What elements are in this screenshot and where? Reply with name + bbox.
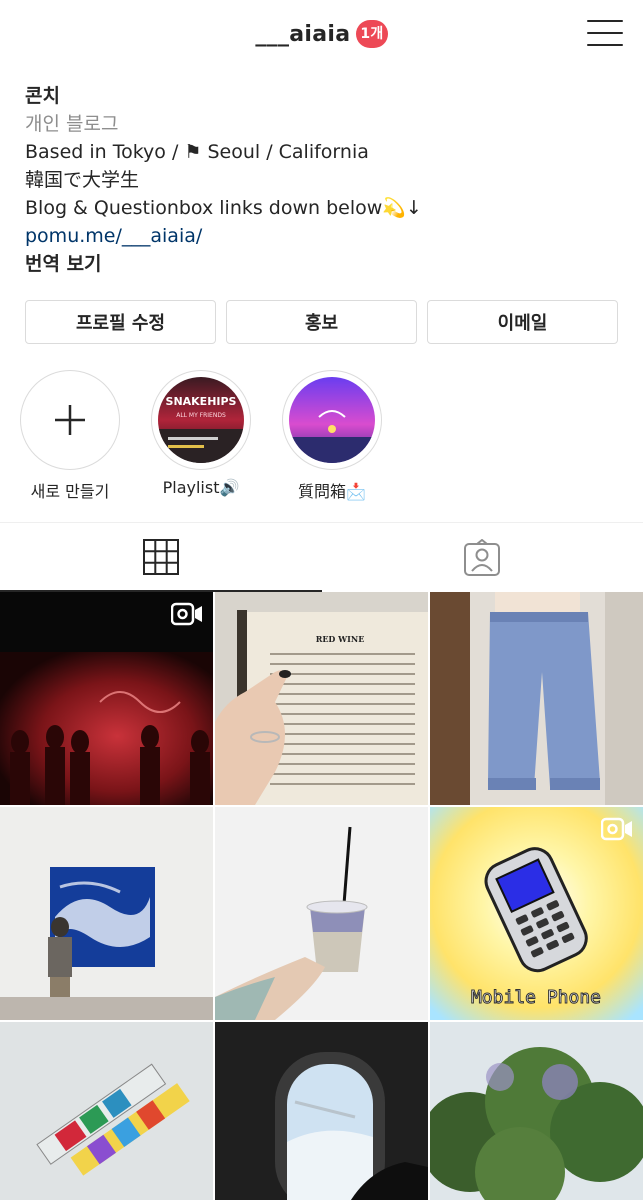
profile-actions: 프로필 수정 홍보 이메일 xyxy=(25,300,618,344)
highlight-label: 質問箱📩 xyxy=(298,482,366,501)
edit-profile-button[interactable]: 프로필 수정 xyxy=(25,300,216,344)
menu-heading: RED WINE xyxy=(316,634,365,644)
post-image xyxy=(215,807,428,1020)
highlight-questionbox-cover xyxy=(289,377,375,463)
post-tile[interactable] xyxy=(0,807,213,1020)
username-row[interactable]: ___aiaia 1개 xyxy=(0,20,643,48)
video-icon xyxy=(601,817,632,841)
video-icon xyxy=(171,602,202,626)
highlight-new[interactable]: 새로 만들기 xyxy=(18,370,122,502)
posts-grid: RED WINE Mobile Phone xyxy=(0,592,643,1200)
profile-tabs xyxy=(0,522,643,592)
phone-caption: Mobile Phone xyxy=(471,987,601,1008)
playlist-cover-title: SNAKEHIPS xyxy=(166,395,237,408)
highlight-playlist[interactable]: SNAKEHIPS ALL MY FRIENDS Playlist🔊 xyxy=(149,370,253,502)
post-image: RED WINE xyxy=(215,592,428,805)
post-tile[interactable] xyxy=(0,1022,213,1200)
post-tile[interactable] xyxy=(215,1022,428,1200)
profile-category: 개인 블로그 xyxy=(25,113,119,135)
post-tile[interactable] xyxy=(430,1022,643,1200)
plus-icon xyxy=(55,405,85,435)
highlight-questionbox[interactable]: 質問箱📩 xyxy=(280,370,384,502)
highlight-label: 새로 만들기 xyxy=(30,482,110,501)
bio-line-status: 韓国で大学生 xyxy=(25,169,140,191)
post-image xyxy=(0,1022,213,1200)
post-tile[interactable]: Mobile Phone xyxy=(430,807,643,1020)
playlist-cover-subtitle: ALL MY FRIENDS xyxy=(176,412,226,419)
post-tile[interactable] xyxy=(430,592,643,805)
post-tile[interactable]: RED WINE xyxy=(215,592,428,805)
bio-line-location: Based in Tokyo / ⚑ Seoul / California xyxy=(25,141,369,163)
grid-icon xyxy=(142,538,179,575)
post-tile[interactable] xyxy=(215,807,428,1020)
highlight-label: Playlist🔊 xyxy=(162,478,240,497)
email-button[interactable]: 이메일 xyxy=(427,300,618,344)
post-image xyxy=(430,1022,643,1200)
promote-button[interactable]: 홍보 xyxy=(226,300,417,344)
highlight-playlist-cover: SNAKEHIPS ALL MY FRIENDS xyxy=(158,377,244,463)
tab-grid[interactable] xyxy=(0,523,322,592)
profile-header: ___aiaia 1개 xyxy=(0,0,643,72)
bio-website-link[interactable]: pomu.me/___aiaia/ xyxy=(25,222,625,250)
hamburger-menu-icon[interactable] xyxy=(587,20,623,50)
post-image xyxy=(215,1022,428,1200)
post-image xyxy=(0,807,213,1020)
account-count-badge[interactable]: 1개 xyxy=(356,20,388,48)
highlight-questionbox-circle[interactable] xyxy=(282,370,382,470)
see-translation-link[interactable]: 번역 보기 xyxy=(25,250,625,278)
username[interactable]: ___aiaia xyxy=(255,22,350,47)
bio-line-links: Blog & Questionbox links down below💫↓ xyxy=(25,197,422,219)
post-tile[interactable] xyxy=(0,592,213,805)
post-image xyxy=(430,592,643,805)
tagged-person-icon xyxy=(464,538,501,576)
profile-bio: 콘치 개인 블로그 Based in Tokyo / ⚑ Seoul / Cal… xyxy=(25,82,625,278)
tab-tagged[interactable] xyxy=(322,523,643,592)
new-highlight-circle[interactable] xyxy=(20,370,120,470)
highlight-playlist-circle[interactable]: SNAKEHIPS ALL MY FRIENDS xyxy=(151,370,251,470)
story-highlights: 새로 만들기 SNAKEHIPS ALL MY FRIENDS Playlist… xyxy=(18,370,384,502)
profile-name: 콘치 xyxy=(25,85,60,107)
